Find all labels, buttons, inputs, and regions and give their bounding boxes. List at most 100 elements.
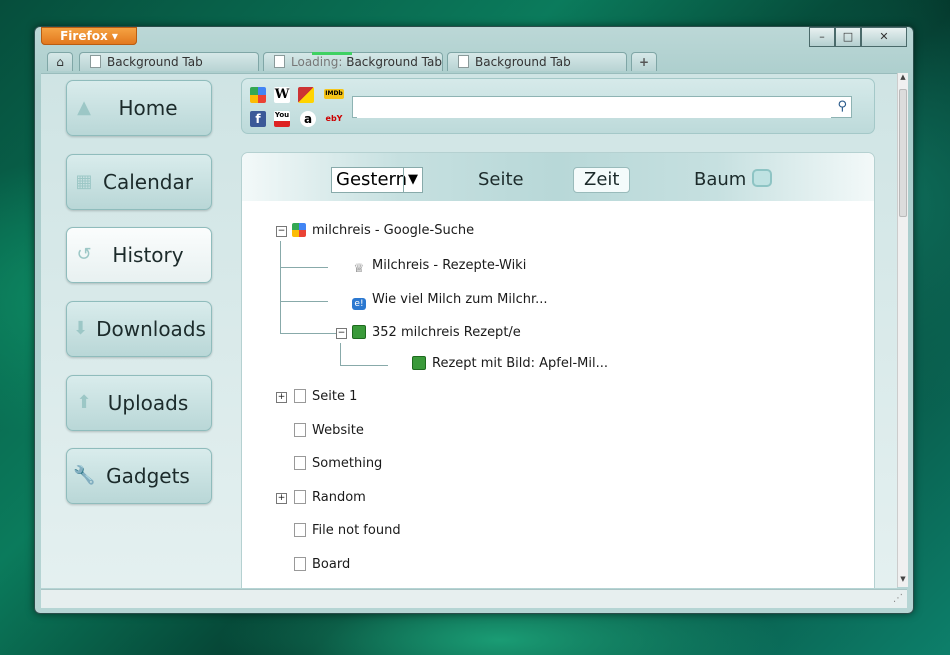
tab-label: Background Tab	[346, 55, 442, 69]
scroll-up-icon[interactable]: ▲	[898, 73, 908, 85]
collapse-icon[interactable]: −	[336, 328, 347, 339]
tab-label: Background Tab	[107, 55, 203, 69]
page-icon	[294, 389, 306, 403]
expand-icon[interactable]: +	[276, 392, 287, 403]
tab-1[interactable]: Background Tab	[79, 52, 259, 71]
upload-icon: ⬆	[76, 392, 92, 413]
calendar-icon: ▦	[75, 171, 93, 192]
page-icon	[294, 523, 306, 537]
view-option-zeit[interactable]: Zeit	[573, 167, 631, 193]
minimize-button[interactable]: –	[809, 27, 835, 47]
page-icon	[90, 55, 101, 68]
tree-node[interactable]: File not found	[294, 521, 401, 541]
tree-node[interactable]: − milchreis - Google-Suche	[276, 221, 474, 241]
youtube-search-icon[interactable]: You	[274, 111, 290, 127]
tree-connector	[340, 365, 388, 366]
chef-hat-icon: ♕	[353, 261, 365, 275]
tree-node[interactable]: Something	[294, 454, 382, 474]
tree-connector	[280, 241, 281, 333]
status-bar: ⋰	[41, 589, 907, 608]
page-icon	[294, 423, 306, 437]
tab-label: Background Tab	[475, 55, 571, 69]
answers-icon: e!	[352, 298, 366, 310]
google-search-icon[interactable]	[250, 87, 266, 103]
tree-connector	[280, 333, 336, 334]
tree-node-label: Website	[312, 423, 364, 438]
search-icon[interactable]: ⚲	[837, 99, 847, 114]
sidebar-item-label: History	[112, 243, 184, 267]
tree-node[interactable]: + Random	[276, 488, 366, 508]
tree-node[interactable]: e! Wie viel Milch zum Milchr...	[352, 290, 548, 310]
tree-node-label: 352 milchreis Rezept/e	[372, 325, 521, 340]
scroll-down-icon[interactable]: ▼	[898, 575, 908, 587]
tree-connector	[340, 343, 341, 365]
home-icon: ⌂	[56, 55, 64, 69]
chefkoch-icon	[412, 356, 426, 370]
tree-node[interactable]: − 352 milchreis Rezept/e	[336, 323, 521, 343]
tree-node-label: Rezept mit Bild: Apfel-Mil...	[432, 356, 609, 371]
tree-node[interactable]: Rezept mit Bild: Apfel-Mil...	[412, 354, 608, 374]
close-window-button[interactable]: ✕	[861, 27, 907, 47]
page-icon	[458, 55, 469, 68]
search-box: ⚲	[352, 96, 852, 118]
chevron-down-icon: ▼	[403, 168, 422, 192]
tree-node[interactable]: Website	[294, 421, 364, 441]
page-content: ▲ Home ▦ Calendar ↺ History ⬇ Downloads …	[41, 73, 897, 588]
tab-3[interactable]: Background Tab	[447, 52, 627, 71]
sidebar-item-label: Gadgets	[106, 464, 190, 488]
chefkoch-icon	[352, 325, 366, 339]
download-icon: ⬇	[73, 318, 89, 339]
search-input[interactable]	[357, 98, 831, 118]
view-option-seite[interactable]: Seite	[478, 167, 524, 193]
view-toolbar: Gestern ▼ Seite Zeit Baum	[242, 153, 874, 201]
google-icon	[292, 223, 306, 237]
page-icon	[294, 490, 306, 504]
tree-connector	[280, 301, 328, 302]
tree-node[interactable]: ♕ Milchreis - Rezepte-Wiki	[352, 256, 527, 276]
view-option-baum[interactable]: Baum	[694, 167, 773, 193]
collapse-icon[interactable]: −	[276, 226, 287, 237]
leo-search-icon[interactable]	[298, 87, 314, 103]
period-value: Gestern	[336, 169, 408, 190]
vertical-scrollbar[interactable]: ▲ ▼	[897, 73, 908, 587]
tree-node[interactable]: + Seite 1	[276, 387, 357, 407]
new-tab-button[interactable]: +	[631, 52, 657, 71]
sidebar-item-label: Downloads	[96, 317, 206, 341]
tab-2[interactable]: Loading: Background Tab	[263, 52, 443, 71]
tab-loading-prefix: Loading:	[291, 55, 343, 69]
loading-progress-bar	[312, 52, 352, 55]
window-controls: – □ ✕	[809, 27, 907, 47]
sidebar-item-uploads[interactable]: ⬆ Uploads	[66, 375, 212, 431]
view-option-baum-label: Baum	[694, 169, 747, 190]
home-tab[interactable]: ⌂	[47, 52, 73, 71]
tree-node[interactable]: Board	[294, 555, 350, 575]
tab-bar: ⌂ Background Tab Loading: Background Tab…	[45, 52, 913, 72]
tree-node-label: Board	[312, 557, 351, 572]
sidebar-item-home[interactable]: ▲ Home	[66, 80, 212, 136]
tree-toggle-icon[interactable]	[752, 169, 773, 187]
home-icon: ▲	[77, 97, 91, 118]
tree-node-label: Milchreis - Rezepte-Wiki	[372, 258, 527, 273]
imdb-search-icon[interactable]: IMDb	[324, 89, 344, 99]
sidebar-item-label: Calendar	[103, 170, 193, 194]
maximize-button[interactable]: □	[835, 27, 861, 47]
expand-icon[interactable]: +	[276, 493, 287, 504]
page-icon	[274, 55, 285, 68]
browser-window: Firefox ▾ – □ ✕ ⌂ Background Tab Loading…	[34, 26, 914, 614]
ebay-search-icon[interactable]: ebY	[324, 113, 344, 125]
firefox-menu-button[interactable]: Firefox ▾	[41, 27, 137, 45]
period-dropdown[interactable]: Gestern ▼	[331, 167, 423, 193]
facebook-search-icon[interactable]: f	[250, 111, 266, 127]
sidebar-item-downloads[interactable]: ⬇ Downloads	[66, 301, 212, 357]
wikipedia-search-icon[interactable]: W	[274, 87, 290, 103]
sidebar-item-history[interactable]: ↺ History	[66, 227, 212, 283]
tree-node-label: Random	[312, 490, 366, 505]
sidebar-item-calendar[interactable]: ▦ Calendar	[66, 154, 212, 210]
amazon-search-icon[interactable]: a	[300, 111, 316, 127]
plus-icon: +	[638, 55, 650, 69]
resize-grip-icon[interactable]: ⋰	[893, 593, 903, 604]
scroll-thumb[interactable]	[899, 89, 907, 217]
history-panel: Gestern ▼ Seite Zeit Baum − milchreis - …	[241, 152, 875, 588]
sidebar-item-gadgets[interactable]: 🔧 Gadgets	[66, 448, 212, 504]
tree-node-label: File not found	[312, 523, 401, 538]
